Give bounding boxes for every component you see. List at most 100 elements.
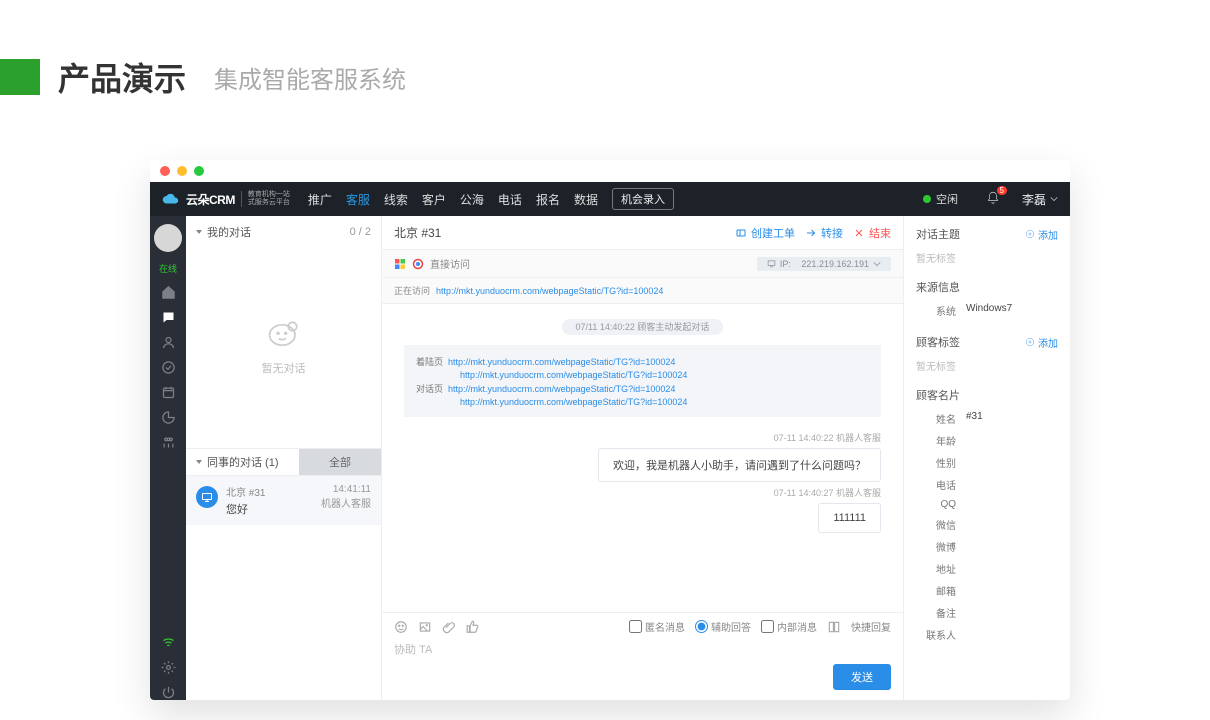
- send-button[interactable]: 发送: [833, 664, 891, 690]
- nav-sea[interactable]: 公海: [460, 191, 484, 208]
- transfer-button[interactable]: 转接: [805, 225, 843, 241]
- my-conversations-header[interactable]: 我的对话 0 / 2: [186, 216, 381, 248]
- empty-chat-icon: [267, 320, 301, 350]
- nav-data[interactable]: 数据: [574, 191, 598, 208]
- nav-leads[interactable]: 线索: [384, 191, 408, 208]
- plus-icon: [1025, 337, 1035, 347]
- ref-pages-box: 着陆页 http://mkt.yunduocrm.com/webpageStat…: [404, 345, 881, 417]
- monitor-icon: [196, 486, 218, 508]
- check-icon[interactable]: [161, 360, 176, 375]
- system-pill: 07/11 14:40:22 顾客主动发起对话: [404, 320, 881, 333]
- home-icon[interactable]: [161, 285, 176, 300]
- people-icon[interactable]: [161, 435, 176, 450]
- topic-title: 对话主题: [916, 226, 960, 242]
- card-phone-row[interactable]: 电话: [916, 477, 1058, 492]
- ref-link[interactable]: http://mkt.yunduocrm.com/webpageStatic/T…: [460, 397, 687, 407]
- attach-icon[interactable]: [442, 620, 456, 634]
- card-email-row[interactable]: 邮箱: [916, 583, 1058, 598]
- colleague-conversations-header[interactable]: 同事的对话 (1) 全部: [186, 448, 381, 475]
- visitor-meta-row1: 直接访问 IP: 221.219.162.191: [382, 250, 903, 278]
- power-icon[interactable]: [161, 685, 176, 700]
- empty-state: 暂无对话: [186, 248, 381, 448]
- ref-link[interactable]: http://mkt.yunduocrm.com/webpageStatic/T…: [460, 370, 687, 380]
- visitor-meta-row2: 正在访问 http://mkt.yunduocrm.com/webpageSta…: [382, 278, 903, 304]
- chat-title: 北京 #31: [394, 224, 441, 241]
- no-tag-label: 暂无标签: [916, 358, 1058, 373]
- card-weibo-row[interactable]: 微博: [916, 539, 1058, 554]
- app-window: 云朵CRM 教育机构一站式服务云平台 推广 客服 线索 客户 公海 电话 报名 …: [150, 160, 1070, 700]
- add-tag-button[interactable]: 添加: [1025, 335, 1058, 350]
- all-tab[interactable]: 全部: [299, 449, 381, 475]
- conversation-list-panel: 我的对话 0 / 2 暂无对话 同事的对话 (1) 全部: [186, 216, 382, 700]
- add-topic-button[interactable]: 添加: [1025, 227, 1058, 242]
- card-contact-row[interactable]: 联系人: [916, 627, 1058, 642]
- conversation-item[interactable]: 北京 #31 您好 14:41:11 机器人客服: [186, 475, 381, 525]
- source-system-row: 系统Windows7: [916, 303, 1058, 318]
- card-addr-row[interactable]: 地址: [916, 561, 1058, 576]
- chevron-down-icon: [873, 260, 881, 268]
- brand-name: 云朵CRM: [186, 191, 235, 208]
- chat-icon[interactable]: [161, 310, 176, 325]
- card-section-title: 顾客名片: [916, 387, 1058, 403]
- card-qq-row[interactable]: QQ: [916, 499, 1058, 510]
- nav-signup[interactable]: 报名: [536, 191, 560, 208]
- pie-icon[interactable]: [161, 410, 176, 425]
- chat-header: 北京 #31 创建工单 转接 结束: [382, 216, 903, 250]
- close-icon[interactable]: [160, 166, 170, 176]
- chat-panel: 北京 #31 创建工单 转接 结束 直接访问 IP: 221.219.162.1…: [382, 216, 904, 700]
- card-gender-row[interactable]: 性别: [916, 455, 1058, 470]
- source-section-title: 来源信息: [916, 279, 1058, 295]
- no-topic-label: 暂无标签: [916, 250, 1058, 265]
- online-status: 在线: [159, 262, 177, 275]
- card-note-row[interactable]: 备注: [916, 605, 1058, 620]
- anon-checkbox[interactable]: 匿名消息: [629, 619, 685, 634]
- ticket-icon: [735, 227, 747, 239]
- settings-icon[interactable]: [161, 660, 176, 675]
- end-button[interactable]: 结束: [853, 225, 891, 241]
- collapse-icon: [196, 460, 202, 464]
- close-icon: [853, 227, 865, 239]
- maximize-icon[interactable]: [194, 166, 204, 176]
- card-wechat-row[interactable]: 微信: [916, 517, 1058, 532]
- message-input[interactable]: [394, 644, 891, 656]
- cloud-icon: [162, 190, 180, 208]
- collapse-icon: [196, 230, 202, 234]
- monitor-icon: [767, 259, 776, 268]
- nav-promo[interactable]: 推广: [308, 191, 332, 208]
- brand-sub: 教育机构一站式服务云平台: [241, 191, 290, 206]
- wifi-icon[interactable]: [161, 635, 176, 650]
- user-menu[interactable]: 李磊: [1022, 191, 1046, 208]
- msg-meta: 07-11 14:40:22 机器人客服: [404, 431, 881, 444]
- card-age-row[interactable]: 年龄: [916, 433, 1058, 448]
- card-name-row[interactable]: 姓名#31: [916, 411, 1058, 426]
- minimize-icon[interactable]: [177, 166, 187, 176]
- title-accent-block: [0, 59, 40, 95]
- nav-customers[interactable]: 客户: [422, 191, 446, 208]
- ref-link[interactable]: http://mkt.yunduocrm.com/webpageStatic/T…: [448, 357, 675, 367]
- notifications-button[interactable]: 5: [986, 191, 1000, 208]
- brand-logo[interactable]: 云朵CRM 教育机构一站式服务云平台: [162, 190, 290, 208]
- assist-radio[interactable]: 辅助回答: [695, 619, 751, 634]
- side-rail: 在线: [150, 216, 186, 700]
- avatar[interactable]: [154, 224, 182, 252]
- record-opportunity-button[interactable]: 机会录入: [612, 188, 674, 210]
- user-icon[interactable]: [161, 335, 176, 350]
- emoji-icon[interactable]: [394, 620, 408, 634]
- msg-meta: 07-11 14:40:27 机器人客服: [404, 486, 881, 499]
- quick-reply-icon[interactable]: [827, 620, 841, 634]
- nav-phone[interactable]: 电话: [498, 191, 522, 208]
- nav-service[interactable]: 客服: [346, 191, 370, 208]
- tags-title: 顾客标签: [916, 334, 960, 350]
- internal-checkbox[interactable]: 内部消息: [761, 619, 817, 634]
- image-icon[interactable]: [418, 620, 432, 634]
- calendar-icon[interactable]: [161, 385, 176, 400]
- top-nav: 云朵CRM 教育机构一站式服务云平台 推广 客服 线索 客户 公海 电话 报名 …: [150, 182, 1070, 216]
- my-count: 0 / 2: [350, 226, 371, 238]
- like-icon[interactable]: [466, 620, 480, 634]
- ref-link[interactable]: http://mkt.yunduocrm.com/webpageStatic/T…: [448, 384, 675, 394]
- message-list[interactable]: 07/11 14:40:22 顾客主动发起对话 着陆页 http://mkt.y…: [382, 304, 903, 612]
- create-ticket-button[interactable]: 创建工单: [735, 225, 795, 241]
- page-title: 产品演示: [58, 54, 186, 100]
- visiting-link[interactable]: http://mkt.yunduocrm.com/webpageStatic/T…: [436, 286, 663, 296]
- status-text[interactable]: 空闲: [936, 191, 958, 207]
